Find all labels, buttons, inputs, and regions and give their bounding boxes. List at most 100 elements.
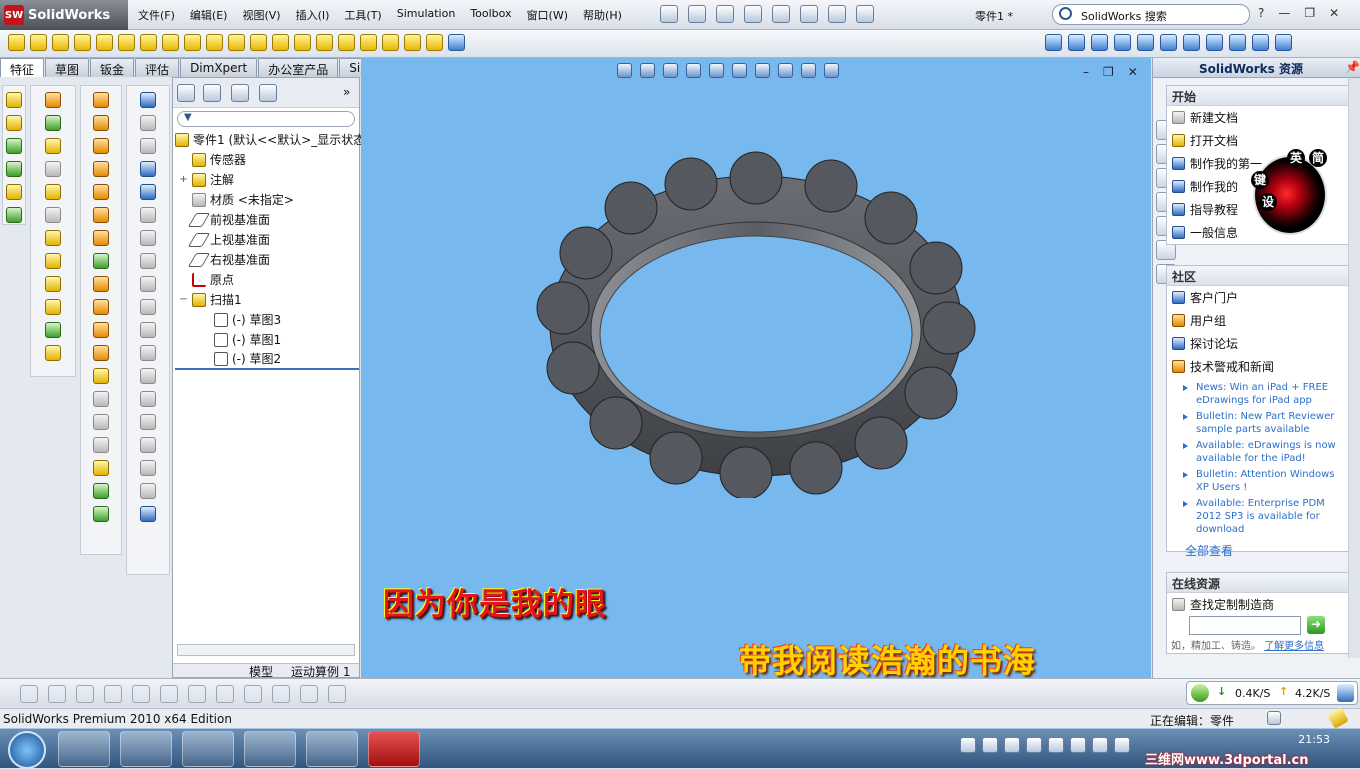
shell-icon[interactable] — [6, 184, 22, 200]
menu-edit[interactable]: 编辑(E) — [190, 7, 228, 23]
menu-tools[interactable]: 工具(T) — [344, 7, 381, 23]
flex-icon[interactable] — [93, 253, 109, 269]
open-document-link[interactable]: 打开文档 — [1167, 129, 1350, 152]
tray-icon-3[interactable] — [1004, 737, 1020, 753]
spline-icon[interactable] — [6, 138, 22, 154]
bottom-view-icon[interactable] — [1183, 34, 1200, 51]
view-orientation-icon[interactable] — [709, 63, 724, 78]
revolved-cut-icon[interactable] — [162, 34, 179, 51]
tray-icon-1[interactable] — [960, 737, 976, 753]
mirror-icon[interactable] — [382, 34, 399, 51]
pin-icon[interactable]: 📌 — [1345, 60, 1360, 74]
instant3d-icon[interactable] — [448, 34, 465, 51]
spell-check-icon[interactable] — [140, 138, 156, 154]
horizontal-scrollbar[interactable] — [177, 644, 355, 656]
property-manager-tab-icon[interactable] — [203, 84, 221, 102]
dome-icon[interactable] — [360, 34, 377, 51]
shell-icon[interactable] — [316, 34, 333, 51]
taskbar-app-3[interactable] — [182, 731, 234, 767]
options-icon[interactable] — [856, 5, 874, 23]
menu-insert[interactable]: 插入(I) — [296, 7, 330, 23]
revolve-icon[interactable] — [6, 115, 22, 131]
customer-portal-link[interactable]: 客户门户 — [1167, 286, 1350, 309]
print-icon[interactable] — [744, 5, 762, 23]
start-button[interactable] — [8, 731, 46, 769]
loft-boss-icon[interactable] — [93, 115, 109, 131]
area-hatch-icon[interactable] — [140, 414, 156, 430]
axis-icon[interactable] — [45, 276, 61, 292]
front-view-icon[interactable] — [1068, 34, 1085, 51]
taskbar-calculator[interactable] — [244, 731, 296, 767]
tech-alerts-link[interactable]: 技术警戒和新闻 — [1167, 355, 1350, 378]
restore-button[interactable]: ❐ — [1304, 6, 1315, 20]
tree-expander[interactable]: − — [179, 290, 188, 310]
menu-toolbox[interactable]: Toolbox — [470, 7, 511, 23]
search-input[interactable]: SolidWorks 搜索 — [1052, 4, 1250, 25]
isometric-view-icon[interactable] — [1206, 34, 1223, 51]
tree-filter-input[interactable]: ▼ — [177, 111, 355, 127]
back-view-icon[interactable] — [1091, 34, 1108, 51]
task-pane-scrollbar[interactable] — [1348, 78, 1360, 658]
plane-icon[interactable] — [45, 253, 61, 269]
boss-icon[interactable] — [45, 138, 61, 154]
dome-icon[interactable] — [93, 230, 109, 246]
discussion-forum-link[interactable]: 探讨论坛 — [1167, 332, 1350, 355]
tray-icon-7[interactable] — [1092, 737, 1108, 753]
general-info-link[interactable]: 一般信息 — [1167, 221, 1350, 244]
news-item[interactable]: Bulletin: New Part Reviewer sample parts… — [1167, 410, 1350, 436]
delete-face-icon[interactable] — [93, 299, 109, 315]
hide-show-items-icon[interactable] — [755, 63, 770, 78]
top-view-icon[interactable] — [1160, 34, 1177, 51]
ime-simplified-chip[interactable]: 简 — [1309, 149, 1327, 167]
viewport-close-button[interactable]: ✕ — [1128, 65, 1138, 79]
helix-icon[interactable] — [6, 161, 22, 177]
tree-item-annotations[interactable]: + 注解 — [175, 170, 365, 190]
linear-pattern-icon[interactable] — [250, 34, 267, 51]
tab-features[interactable]: 特征 — [0, 58, 45, 77]
minimize-button[interactable]: — — [1278, 6, 1290, 20]
tree-item-material[interactable]: 材质 <未指定> — [175, 190, 365, 210]
edit-appearance-icon[interactable] — [778, 63, 793, 78]
tree-item-sketch1[interactable]: (-) 草图1 — [175, 330, 365, 350]
pattern-icon[interactable] — [45, 207, 61, 223]
smart-dimension-icon[interactable] — [45, 115, 61, 131]
weld-symbol-icon[interactable] — [140, 276, 156, 292]
trimetric-view-icon[interactable] — [1229, 34, 1246, 51]
wrap-icon[interactable] — [338, 34, 355, 51]
feature-tree-tab-icon[interactable] — [177, 84, 195, 102]
sweep-ring-model[interactable] — [531, 148, 981, 498]
sweep-icon[interactable] — [52, 34, 69, 51]
tree-item-origin[interactable]: 原点 — [175, 270, 365, 290]
curves-icon[interactable] — [426, 34, 443, 51]
tag-icon[interactable] — [1327, 707, 1349, 729]
rib-icon[interactable] — [93, 207, 109, 223]
news-item[interactable]: Available: eDrawings is now available fo… — [1167, 439, 1350, 465]
tree-item-sketch2[interactable]: (-) 草图2 — [175, 350, 359, 370]
block-icon[interactable] — [140, 437, 156, 453]
ie-icon[interactable] — [1337, 684, 1354, 702]
tree-item-sweep1[interactable]: − 扫描1 — [175, 290, 365, 310]
pen-icon[interactable] — [140, 161, 156, 177]
tree-item-sketch3[interactable]: (-) 草图3 — [175, 310, 365, 330]
reference-geometry-icon[interactable] — [404, 34, 421, 51]
tab-sheet-metal[interactable]: 钣金 — [90, 58, 135, 77]
tree-item-top-plane[interactable]: 上视基准面 — [175, 230, 365, 250]
help-icon[interactable]: ? — [1258, 6, 1264, 20]
sweep-boss-icon[interactable] — [93, 92, 109, 108]
revolve-icon[interactable] — [30, 34, 47, 51]
tab-office-products[interactable]: 办公室产品 — [258, 58, 339, 77]
viewport-restore-button[interactable]: ❐ — [1103, 65, 1114, 79]
help-tip-icon[interactable] — [1267, 711, 1281, 725]
expand-panel-icon[interactable]: » — [343, 85, 350, 99]
tray-icon-5[interactable] — [1048, 737, 1064, 753]
select-pointer-icon[interactable] — [800, 5, 818, 23]
new-document-icon[interactable] — [660, 5, 678, 23]
tray-icon-4[interactable] — [1026, 737, 1042, 753]
undo-icon[interactable] — [772, 5, 790, 23]
close-button[interactable]: ✕ — [1329, 6, 1339, 20]
draft-icon[interactable] — [45, 322, 61, 338]
tree-item-sensors[interactable]: 传感器 — [175, 150, 365, 170]
dimetric-view-icon[interactable] — [1252, 34, 1269, 51]
split-line-icon[interactable] — [93, 345, 109, 361]
learn-more-link[interactable]: 了解更多信息 — [1264, 641, 1324, 652]
